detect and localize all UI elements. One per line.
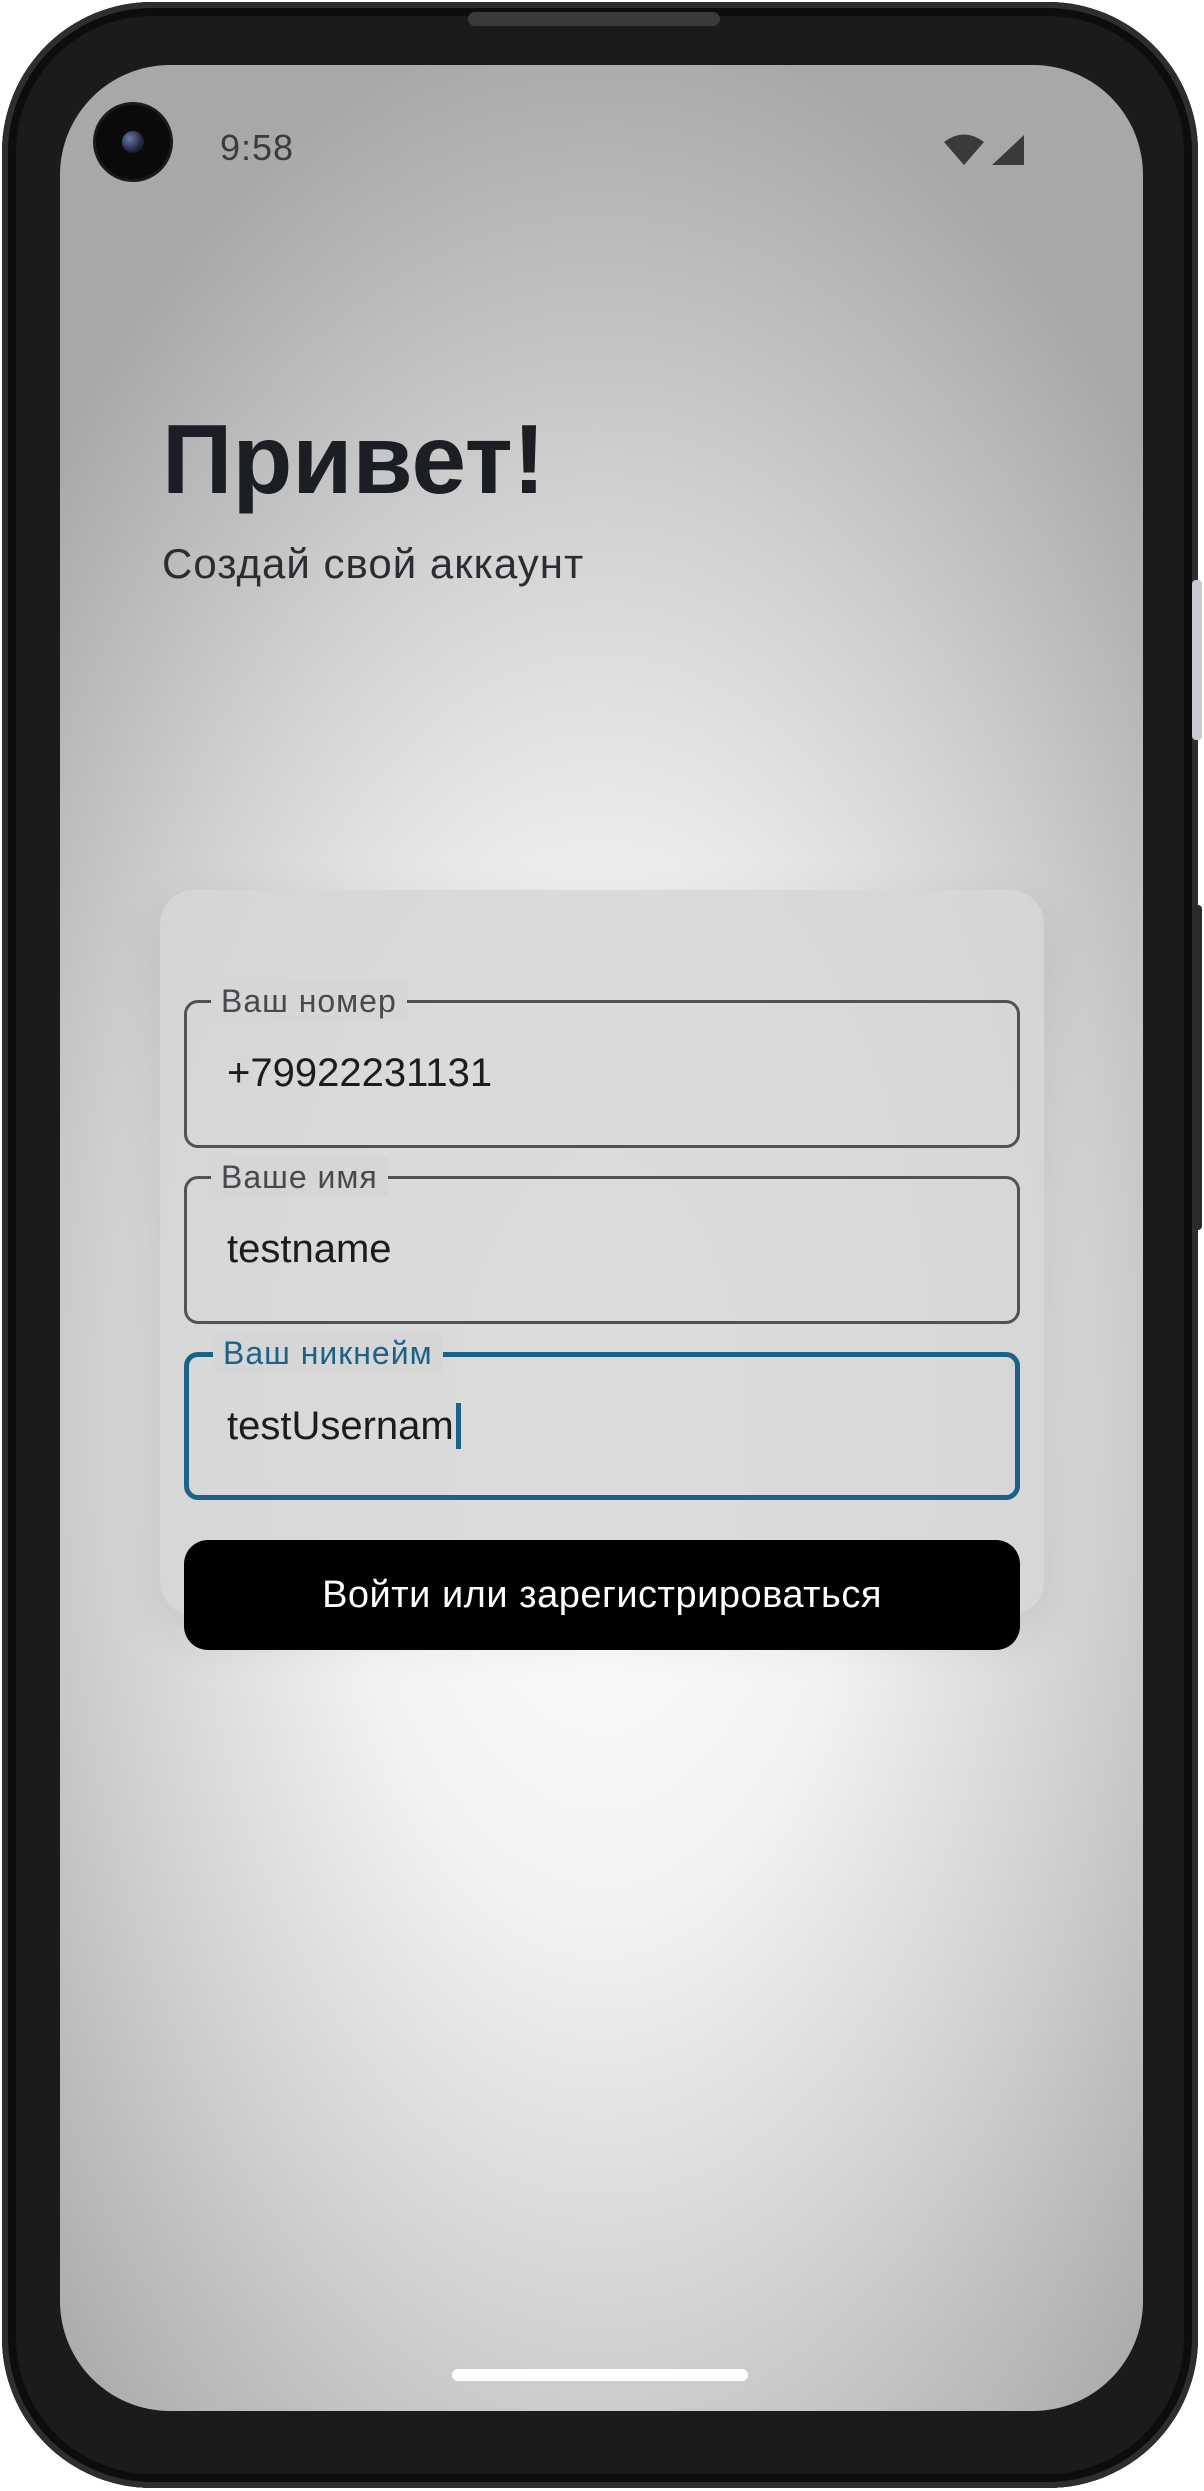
registration-form-card: Ваш номер +79922231131 Ваше имя testname… — [160, 890, 1044, 1650]
name-field-label: Ваше имя — [211, 1157, 388, 1197]
page-title: Привет! — [162, 404, 546, 514]
phone-field-value[interactable]: +79922231131 — [227, 1051, 492, 1096]
home-indicator[interactable] — [452, 2369, 748, 2381]
volume-rocker — [1192, 905, 1202, 1230]
text-cursor — [455, 1403, 461, 1449]
name-field[interactable]: Ваше имя testname — [184, 1157, 1020, 1324]
nickname-field-value: testUsernam — [227, 1404, 454, 1448]
nickname-field[interactable]: Ваш никнейм testUsernam — [184, 1333, 1020, 1500]
cellular-signal-icon — [992, 135, 1024, 165]
status-time: 9:58 — [220, 127, 295, 168]
page-subtitle: Создай свой аккаунт — [162, 540, 585, 587]
app-screen: 9:58 Привет! Создай свой аккаунт Ваш ном… — [60, 65, 1143, 2411]
name-field-value[interactable]: testname — [227, 1227, 392, 1272]
earpiece-speaker — [468, 12, 720, 26]
nickname-field-label: Ваш никнейм — [213, 1333, 443, 1373]
wifi-icon — [944, 134, 984, 165]
phone-field-label: Ваш номер — [211, 981, 407, 1021]
status-bar: 9:58 — [60, 65, 1143, 215]
camera-icon — [96, 105, 170, 179]
phone-field[interactable]: Ваш номер +79922231131 — [184, 981, 1020, 1148]
login-or-register-button[interactable]: Войти или зарегистрироваться — [184, 1540, 1020, 1650]
power-button — [1192, 580, 1202, 740]
nickname-field-input[interactable]: testUsernam — [227, 1403, 461, 1449]
